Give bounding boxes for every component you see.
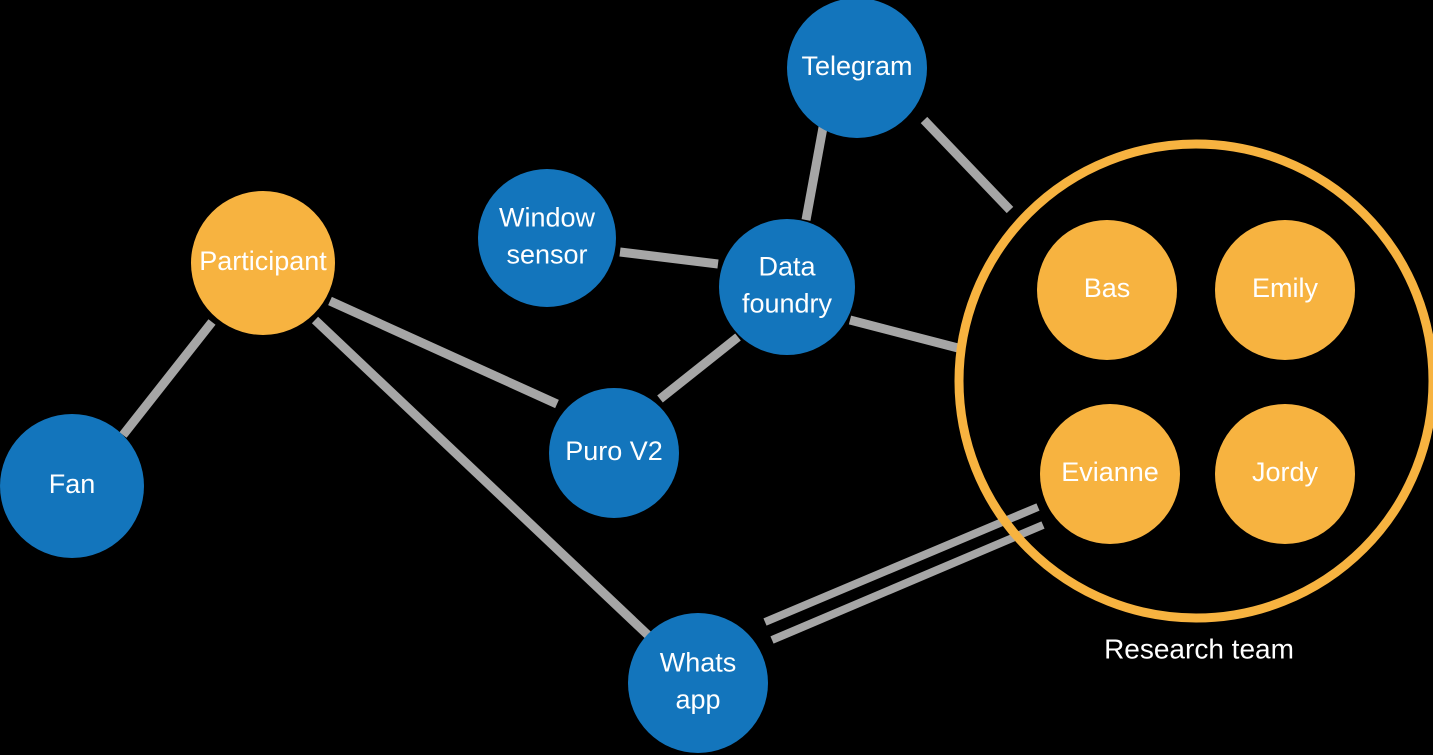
- research-team-caption: Research team: [1104, 633, 1294, 664]
- diagram-canvas: Research team Telegram Windowsensor Datafo…: [0, 0, 1433, 755]
- node-evianne[interactable]: Evianne: [1040, 404, 1180, 544]
- node-bas[interactable]: Bas: [1037, 220, 1177, 360]
- node-circle-fan[interactable]: [0, 414, 144, 558]
- node-whatsapp[interactable]: Whatsapp: [628, 613, 768, 753]
- node-circle-telegram[interactable]: [787, 0, 927, 138]
- node-telegram[interactable]: Telegram: [787, 0, 927, 138]
- node-circle-whatsapp[interactable]: [628, 613, 768, 753]
- node-circle-bas[interactable]: [1037, 220, 1177, 360]
- node-circle-evianne[interactable]: [1040, 404, 1180, 544]
- node-data-foundry[interactable]: Datafoundry: [719, 219, 855, 355]
- node-puro-v2[interactable]: Puro V2: [549, 388, 679, 518]
- node-emily[interactable]: Emily: [1215, 220, 1355, 360]
- node-circle-data-foundry[interactable]: [719, 219, 855, 355]
- node-jordy[interactable]: Jordy: [1215, 404, 1355, 544]
- node-circle-jordy[interactable]: [1215, 404, 1355, 544]
- node-circle-puro-v2[interactable]: [549, 388, 679, 518]
- node-circle-window-sensor[interactable]: [478, 169, 616, 307]
- node-participant[interactable]: Participant: [191, 191, 335, 335]
- node-window-sensor[interactable]: Windowsensor: [478, 169, 616, 307]
- network-diagram: Research team Telegram Window sensor Data fo…: [0, 0, 1433, 755]
- node-circle-participant[interactable]: [191, 191, 335, 335]
- node-fan[interactable]: Fan: [0, 414, 144, 558]
- node-circle-emily[interactable]: [1215, 220, 1355, 360]
